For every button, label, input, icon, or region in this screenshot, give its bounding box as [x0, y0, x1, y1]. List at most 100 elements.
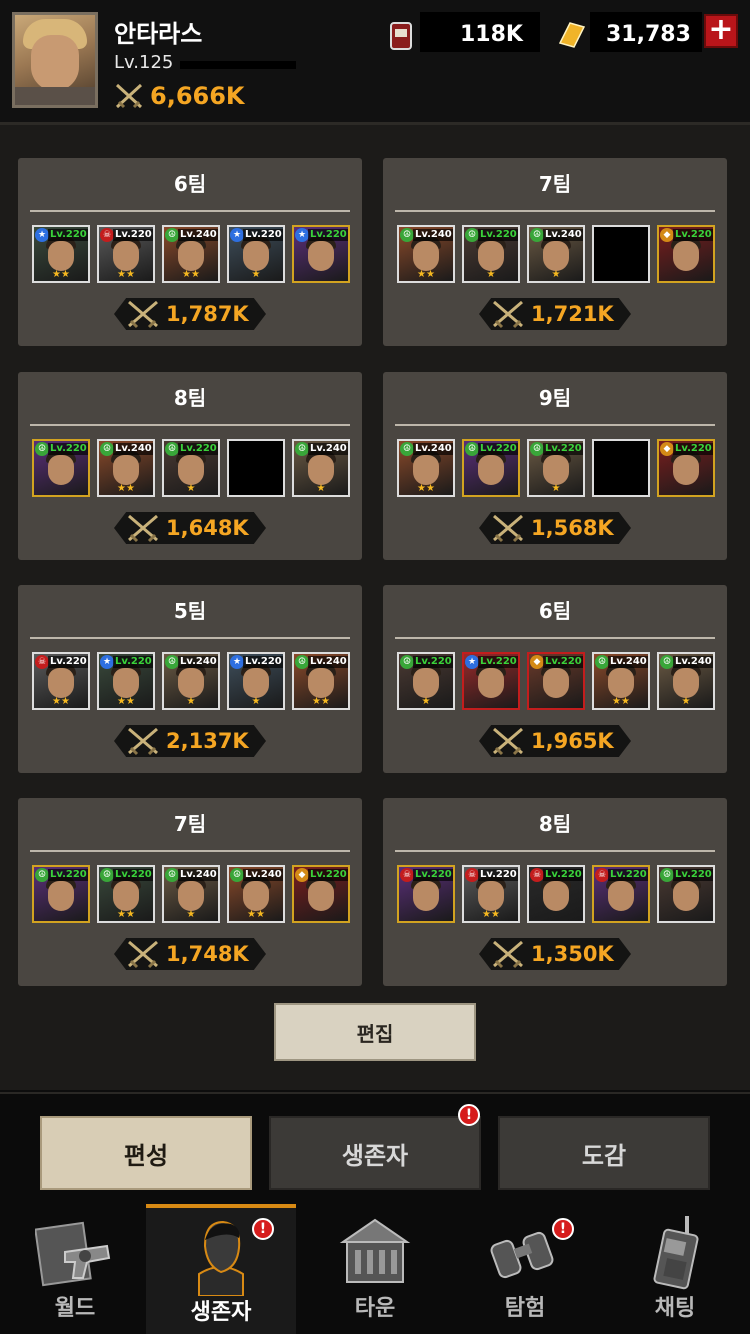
hero-class-icon: ★: [100, 655, 114, 669]
hero-portrait[interactable]: ★ Lv.220 ★★: [32, 225, 90, 283]
hero-portrait[interactable]: ☮ Lv.240 ★: [162, 652, 220, 710]
hero-portrait[interactable]: ★ Lv.220 ★: [227, 652, 285, 710]
hero-portrait[interactable]: ◆ Lv.220: [657, 225, 715, 283]
hero-level: Lv.240: [308, 656, 348, 668]
hero-portrait[interactable]: ◆ Lv.220: [292, 865, 350, 923]
hero-portrait[interactable]: ☮ Lv.220: [32, 865, 90, 923]
team-divider: [30, 637, 350, 639]
hero-portrait[interactable]: ☮ Lv.240 ★: [527, 225, 585, 283]
hero-class-icon: ☮: [100, 868, 114, 882]
hero-portrait[interactable]: ☮ Lv.220 ★: [462, 225, 520, 283]
empty-hero-slot[interactable]: [592, 225, 650, 283]
hero-portrait[interactable]: ☠ Lv.220: [592, 865, 650, 923]
hero-class-icon: ★: [465, 655, 479, 669]
hero-stars: ★★: [612, 696, 630, 707]
hero-portrait[interactable]: ☮ Lv.240 ★: [292, 439, 350, 497]
hero-portrait[interactable]: ☮ Lv.220 ★: [527, 439, 585, 497]
hero-stars: ★: [316, 483, 326, 494]
hero-class-icon: ★: [230, 228, 244, 242]
hero-level: Lv.240: [243, 869, 283, 881]
team-name: 6팀: [538, 599, 572, 623]
tab-survivors[interactable]: 생존자: [269, 1116, 481, 1190]
hero-portrait[interactable]: ☮ Lv.220: [657, 865, 715, 923]
hero-portrait[interactable]: ☮ Lv.240 ★★: [227, 865, 285, 923]
team-formation-panel: 6팀 ★ Lv.220 ★★ ☠ Lv.220 ★★ ☮ Lv.240 ★★ ★ Lv.220 ★ ★ Lv…: [0, 125, 750, 1090]
team-card[interactable]: 7팀 ☮ Lv.220 ☮ Lv.220 ★★ ☮ Lv.240 ★ ☮ Lv.240 ★★ ◆ Lv.2…: [18, 798, 362, 986]
team-power-value: 1,648K: [166, 516, 249, 540]
currency-2[interactable]: 31,783: [556, 14, 691, 54]
hero-portrait[interactable]: ★ Lv.220: [462, 652, 520, 710]
team-power-value: 1,965K: [531, 729, 614, 753]
hero-face: [178, 881, 204, 911]
hero-portrait[interactable]: ☮ Lv.240 ★★: [292, 652, 350, 710]
hero-portrait[interactable]: ☮ Lv.220 ★: [162, 439, 220, 497]
hero-face: [413, 241, 439, 271]
nav-explore-label: 탐험: [504, 1296, 546, 1321]
hero-portrait[interactable]: ☮ Lv.220 ★: [397, 652, 455, 710]
hero-portrait[interactable]: ☮ Lv.240 ★: [162, 865, 220, 923]
hero-portrait[interactable]: ☠ Lv.220: [397, 865, 455, 923]
nav-chat-label: 채팅: [654, 1296, 696, 1321]
hero-class-icon: ☠: [595, 868, 609, 882]
team-card[interactable]: 8팀 ☠ Lv.220 ☠ Lv.220 ★★ ☠ Lv.220 ☠ Lv.220 ☮ Lv.220 1…: [383, 798, 727, 986]
empty-hero-slot[interactable]: [227, 439, 285, 497]
hero-portrait[interactable]: ☠ Lv.220: [527, 865, 585, 923]
hero-portrait[interactable]: ★ Lv.220 ★★: [97, 652, 155, 710]
team-power: 1,721K: [479, 298, 631, 330]
hero-portrait[interactable]: ◆ Lv.220: [527, 652, 585, 710]
hero-portrait[interactable]: ☮ Lv.240 ★★: [592, 652, 650, 710]
player-avatar[interactable]: [12, 12, 98, 108]
hero-portrait[interactable]: ☮ Lv.220: [32, 439, 90, 497]
team-card[interactable]: 7팀 ☮ Lv.240 ★★ ☮ Lv.220 ★ ☮ Lv.240 ★ ◆ Lv.220 1,721K: [383, 158, 727, 346]
tab-formation[interactable]: 편성: [40, 1116, 252, 1190]
hero-portrait[interactable]: ☮ Lv.220 ★★: [97, 865, 155, 923]
player-name: 안타라스: [114, 20, 203, 48]
gold-bar-icon: [558, 22, 586, 48]
hero-class-icon: ☠: [400, 868, 414, 882]
currency-1[interactable]: 118K: [386, 14, 523, 54]
team-card[interactable]: 6팀 ★ Lv.220 ★★ ☠ Lv.220 ★★ ☮ Lv.240 ★★ ★ Lv.220 ★ ★ Lv…: [18, 158, 362, 346]
hero-portrait[interactable]: ☮ Lv.240 ★★: [97, 439, 155, 497]
nav-survivors[interactable]: 생존자: [146, 1204, 296, 1334]
hero-portrait[interactable]: ◆ Lv.220: [657, 439, 715, 497]
empty-hero-slot[interactable]: [592, 439, 650, 497]
hero-face: [308, 455, 334, 485]
nav-world[interactable]: 월드: [0, 1204, 150, 1334]
hero-class-icon: ☠: [530, 868, 544, 882]
hero-class-icon: ☮: [165, 868, 179, 882]
team-card[interactable]: 5팀 ☠ Lv.220 ★★ ★ Lv.220 ★★ ☮ Lv.240 ★ ★ Lv.220 ★ ☮ Lv.…: [18, 585, 362, 773]
hero-portrait[interactable]: ☮ Lv.240 ★★: [162, 225, 220, 283]
hero-level: Lv.220: [113, 869, 153, 881]
hero-face: [113, 668, 139, 698]
hero-level: Lv.240: [608, 656, 648, 668]
hero-portrait[interactable]: ☮ Lv.240 ★★: [397, 439, 455, 497]
hero-class-icon: ◆: [295, 868, 309, 882]
hero-portrait[interactable]: ☮ Lv.240 ★: [657, 652, 715, 710]
hero-class-icon: ☮: [530, 442, 544, 456]
top-status-bar: 안타라스 Lv.125 6,666K 118K 31,783 +: [0, 0, 750, 125]
team-power: 1,350K: [479, 938, 631, 970]
hero-portrait[interactable]: ☠ Lv.220 ★★: [462, 865, 520, 923]
edit-button[interactable]: 편집: [274, 1003, 476, 1061]
nav-town[interactable]: 타운: [300, 1204, 450, 1334]
hero-portrait[interactable]: ☠ Lv.220 ★★: [32, 652, 90, 710]
player-level: Lv.125: [114, 52, 174, 73]
hero-class-icon: ★: [295, 228, 309, 242]
hero-level: Lv.240: [113, 443, 153, 455]
tab-collection[interactable]: 도감: [498, 1116, 710, 1190]
hero-portrait[interactable]: ★ Lv.220: [292, 225, 350, 283]
team-card[interactable]: 9팀 ☮ Lv.240 ★★ ☮ Lv.220 ☮ Lv.220 ★ ◆ Lv.220 1,568K: [383, 372, 727, 560]
team-name: 8팀: [538, 812, 572, 836]
nav-explore[interactable]: 탐험: [450, 1204, 600, 1334]
hero-face: [308, 881, 334, 911]
team-card[interactable]: 6팀 ☮ Lv.220 ★ ★ Lv.220 ◆ Lv.220 ☮ Lv.240 ★★ ☮ Lv.240…: [383, 585, 727, 773]
hero-portrait[interactable]: ☮ Lv.240 ★★: [397, 225, 455, 283]
team-card[interactable]: 8팀 ☮ Lv.220 ☮ Lv.240 ★★ ☮ Lv.220 ★ ☮ Lv.240 ★ 1,648K: [18, 372, 362, 560]
hero-portrait[interactable]: ★ Lv.220 ★: [227, 225, 285, 283]
add-currency-button[interactable]: +: [704, 14, 738, 48]
nav-chat[interactable]: 채팅: [600, 1204, 750, 1334]
hero-face: [543, 881, 569, 911]
hero-portrait[interactable]: ☮ Lv.220: [462, 439, 520, 497]
hero-portrait[interactable]: ☠ Lv.220 ★★: [97, 225, 155, 283]
hero-slots: ☠ Lv.220 ★★ ★ Lv.220 ★★ ☮ Lv.240 ★ ★ Lv.220 ★ ☮ Lv.24…: [32, 652, 350, 710]
